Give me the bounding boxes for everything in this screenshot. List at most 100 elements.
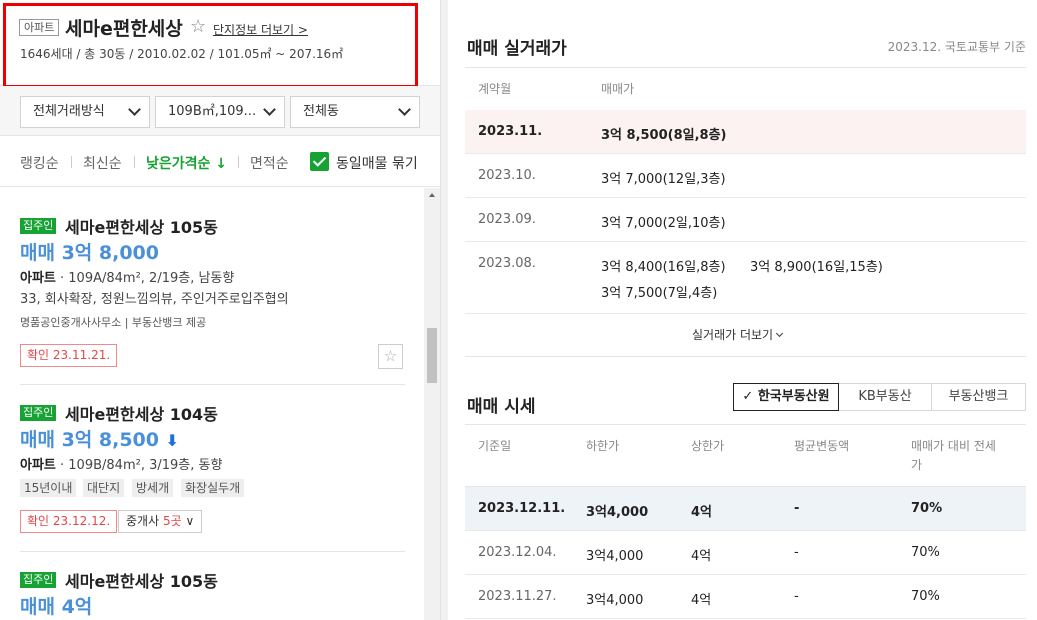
market-low: 3억4,000 bbox=[586, 549, 644, 564]
divider bbox=[20, 384, 405, 385]
trade-price: 3억 8,400(16일,8층) bbox=[601, 260, 726, 275]
market-low: 3억4,000 bbox=[586, 505, 649, 520]
trade-month: 2023.08. bbox=[478, 256, 536, 271]
market-date: 2023.12.11. bbox=[478, 501, 566, 516]
chevron-down-icon bbox=[128, 103, 141, 116]
header-ratio-cont: 가 bbox=[911, 458, 923, 472]
market-ratio: 70% bbox=[911, 589, 940, 604]
agents-dropdown[interactable]: 중개사 5곳 ∨ bbox=[118, 510, 203, 533]
group-listings-checkbox[interactable] bbox=[310, 152, 329, 171]
table-row: 2023.11. 3억 8,500(8일,8층) bbox=[465, 110, 1026, 154]
divider bbox=[20, 551, 405, 552]
panel-divider[interactable] bbox=[440, 0, 448, 620]
confirm-date-badge: 확인 23.12.12. bbox=[20, 510, 118, 533]
owner-badge: 집주인 bbox=[20, 405, 57, 421]
listing-title: 세마e편한세상 104동 bbox=[65, 405, 218, 424]
table-row: 2023.12.04. 3억4,000 4억 - 70% bbox=[465, 531, 1026, 575]
trade-price: 3억 8,500(8일,8층) bbox=[601, 128, 727, 143]
dong-select[interactable]: 전체동 bbox=[290, 96, 420, 128]
listing-price-value: 매매 3억 8,500 bbox=[20, 429, 159, 451]
listing-type: 아파트 bbox=[20, 458, 56, 473]
owner-badge: 집주인 bbox=[20, 218, 57, 234]
trade-price: 3억 8,900(16일,15층) bbox=[750, 260, 883, 275]
listing-description: 33, 회사확장, 정원느낌의뷰, 주인거주로입주협의 bbox=[20, 292, 289, 307]
listing-spec: 아파트 · 109B/84m², 3/19층, 동향 bbox=[20, 454, 222, 473]
price-panel: 매매 실거래가 2023.12. 국토교통부 기준 계약월 매매가 2023.1… bbox=[448, 0, 1037, 620]
tag-list: 15년이내 대단지 방세개 화장실두개 bbox=[20, 479, 405, 497]
more-trades-link[interactable]: 실거래가 더보기 bbox=[692, 326, 784, 343]
header-low: 하한가 bbox=[586, 439, 620, 453]
chevron-down-icon: ∨ bbox=[185, 514, 195, 528]
listing-spec-detail: · 109B/84m², 3/19층, 동향 bbox=[55, 458, 223, 473]
divider bbox=[465, 356, 1026, 357]
list-item[interactable]: 집주인 세마e편한세상 105동 매매 3억 8,000 아파트 · 109A/… bbox=[20, 218, 405, 369]
table-row: 2023.10. 3억 7,000(12일,3층) bbox=[465, 154, 1026, 198]
chevron-down-icon bbox=[263, 103, 276, 116]
header-date: 기준일 bbox=[478, 439, 512, 453]
market-low: 3억4,000 bbox=[586, 593, 644, 608]
scroll-thumb[interactable] bbox=[427, 328, 437, 383]
divider bbox=[465, 424, 1026, 425]
highlight-box bbox=[3, 3, 418, 88]
listing-list: 집주인 세마e편한세상 105동 매매 3억 8,000 아파트 · 109A/… bbox=[0, 188, 424, 620]
divider bbox=[238, 156, 239, 168]
market-avg: - bbox=[794, 545, 799, 560]
tab-bank[interactable]: 부동산뱅크 bbox=[931, 383, 1026, 411]
feature-tag: 방세개 bbox=[132, 479, 174, 497]
trade-month: 2023.09. bbox=[478, 212, 536, 227]
list-item[interactable]: 집주인 세마e편한세상 105동 매매 4억 bbox=[20, 572, 405, 620]
sort-ranking[interactable]: 랭킹순 bbox=[20, 153, 59, 173]
listing-spec-detail: · 109A/84m², 2/19층, 남동향 bbox=[55, 271, 235, 286]
feature-tag: 대단지 bbox=[83, 479, 125, 497]
trade-price: 3억 7,000(12일,3층) bbox=[601, 172, 726, 187]
listing-price: 매매 3억 8,000 bbox=[20, 242, 159, 264]
chevron-down-icon bbox=[398, 103, 411, 116]
market-date: 2023.12.04. bbox=[478, 545, 557, 560]
dong-value: 전체동 bbox=[303, 104, 339, 119]
listing-title: 세마e편한세상 105동 bbox=[65, 572, 218, 591]
listing-spec: 아파트 · 109A/84m², 2/19층, 남동향 bbox=[20, 267, 234, 286]
table-row: 2023.08. 3억 8,400(16일,8층) 3억 8,900(16일,1… bbox=[465, 242, 1026, 314]
header-price: 매매가 bbox=[601, 82, 635, 96]
area-select[interactable]: 109B㎡,109... bbox=[155, 96, 285, 128]
trade-month: 2023.11. bbox=[478, 124, 543, 139]
area-value: 109B㎡,109... bbox=[168, 104, 257, 119]
favorite-star-icon[interactable]: ☆ bbox=[378, 344, 403, 369]
header-avg: 평균변동액 bbox=[794, 439, 850, 453]
market-title: 매매 시세 bbox=[467, 397, 536, 417]
listing-panel: 아파트 세마e편한세상 ☆ 단지정보 더보기 > 1646세대 / 총 30동 … bbox=[0, 0, 440, 620]
trades-basis: 2023.12. 국토교통부 기준 bbox=[887, 40, 1026, 54]
listing-source: 명품공인중개사사무소 | 부동산뱅크 제공 bbox=[20, 316, 207, 329]
listing-type: 아파트 bbox=[20, 271, 56, 286]
tab-kab[interactable]: ✓ 한국부동산원 bbox=[733, 383, 839, 411]
tab-kb[interactable]: KB부동산 bbox=[838, 383, 932, 411]
table-row: 2023.11.27. 3억4,000 4억 - 70% bbox=[465, 575, 1026, 619]
agents-label: 중개사 bbox=[126, 514, 163, 528]
filter-bar: 전체거래방식 109B㎡,109... 전체동 bbox=[0, 86, 440, 136]
scrollbar[interactable] bbox=[424, 188, 440, 620]
trade-month: 2023.10. bbox=[478, 168, 536, 183]
market-ratio: 70% bbox=[911, 545, 940, 560]
list-item[interactable]: 집주인 세마e편한세상 104동 매매 3억 8,500 ⬇ 아파트 · 109… bbox=[20, 405, 405, 535]
sort-area[interactable]: 면적순 bbox=[250, 153, 289, 173]
scroll-up-arrow-icon[interactable] bbox=[429, 193, 435, 197]
agents-count: 5곳 bbox=[162, 514, 182, 528]
divider bbox=[71, 156, 72, 168]
more-trades-label: 실거래가 더보기 bbox=[692, 328, 774, 342]
sort-low-price[interactable]: 낮은가격순 ↓ bbox=[146, 153, 227, 173]
feature-tag: 화장실두개 bbox=[181, 479, 245, 497]
listing-title: 세마e편한세상 105동 bbox=[65, 218, 218, 237]
listing-price: 매매 3억 8,500 ⬇ bbox=[20, 425, 179, 452]
trade-type-value: 전체거래방식 bbox=[33, 104, 105, 119]
header-ratio: 매매가 대비 전세 bbox=[911, 439, 996, 453]
trade-type-select[interactable]: 전체거래방식 bbox=[20, 96, 150, 128]
table-row: 2023.09. 3억 7,000(2일,10층) bbox=[465, 198, 1026, 242]
market-date: 2023.11.27. bbox=[478, 589, 557, 604]
sort-latest[interactable]: 최신순 bbox=[83, 153, 122, 173]
owner-badge: 집주인 bbox=[20, 572, 57, 588]
chevron-down-icon bbox=[776, 329, 784, 338]
group-listings-label: 동일매물 묶기 bbox=[336, 156, 418, 172]
table-row: 2023.12.11. 3억4,000 4억 - 70% bbox=[465, 487, 1026, 531]
price-down-arrow-icon: ⬇ bbox=[165, 431, 180, 450]
listing-price: 매매 4억 bbox=[20, 596, 93, 618]
